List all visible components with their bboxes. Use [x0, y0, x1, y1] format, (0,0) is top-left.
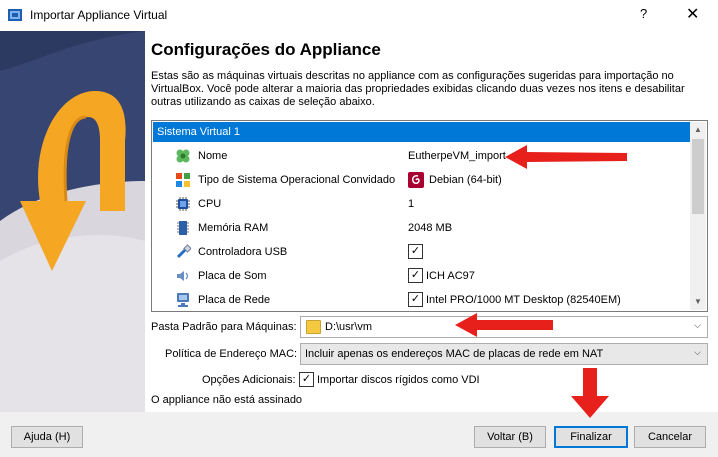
close-button[interactable]: ✕ — [686, 4, 699, 24]
row-value[interactable]: 1 — [408, 198, 414, 210]
usb-icon — [176, 244, 191, 259]
back-button[interactable]: Voltar (B) — [474, 426, 546, 448]
ram-icon — [177, 221, 189, 235]
window-title: Importar Appliance Virtual — [30, 8, 168, 22]
row-label: Placa de Som — [198, 270, 267, 282]
title-bar: Importar Appliance Virtual ? ✕ — [0, 0, 718, 31]
chevron-down-icon[interactable]: ⌵ — [694, 347, 701, 358]
import-disks-checkbox[interactable]: ✓ — [299, 372, 314, 387]
network-icon — [177, 293, 189, 307]
row-value[interactable]: EutherpeVM_import — [408, 150, 506, 162]
tree-row-network[interactable]: Placa de Rede ✓ Intel PRO/1000 MT Deskto… — [153, 288, 690, 311]
row-label: Memória RAM — [198, 222, 269, 234]
folder-label: Pasta Padrão para Máquinas: — [151, 321, 297, 333]
wizard-illustration — [0, 31, 145, 412]
chevron-down-icon[interactable]: ⌵ — [694, 320, 701, 331]
page-heading: Configurações do Appliance — [151, 40, 381, 59]
page-description: Estas são as máquinas virtuais descritas… — [151, 70, 685, 108]
row-label: CPU — [198, 198, 222, 210]
tree-row-ram[interactable]: Memória RAM 2048 MB — [153, 216, 690, 240]
cpu-icon — [176, 197, 190, 211]
mac-policy-combobox[interactable]: Incluir apenas os endereços MAC de placa… — [300, 343, 708, 365]
folder-icon — [306, 320, 321, 334]
tree-row-os-type[interactable]: Tipo de Sistema Operacional Convidado De… — [153, 168, 690, 192]
scroll-up-icon[interactable]: ▲ — [690, 122, 706, 138]
row-label: Placa de Rede — [198, 294, 271, 306]
row-value[interactable]: ICH AC97 — [426, 270, 475, 282]
tree-scrollbar[interactable]: ▲ ▼ — [690, 122, 706, 310]
scroll-thumb[interactable] — [692, 139, 704, 214]
debian-icon — [408, 172, 424, 188]
tree-row-cpu[interactable]: CPU 1 — [153, 192, 690, 216]
virtual-system-label: Sistema Virtual 1 — [157, 126, 240, 138]
virtualbox-icon — [8, 9, 22, 21]
folder-value: D:\usr\vm — [325, 321, 373, 333]
row-label: Nome — [198, 150, 228, 162]
annotation-arrow-folder — [455, 313, 553, 337]
row-value[interactable]: Debian (64-bit) — [429, 174, 502, 186]
sound-icon — [177, 271, 189, 281]
mac-policy-value: Incluir apenas os endereços MAC de placa… — [305, 348, 604, 360]
row-label: Tipo de Sistema Operacional Convidado — [198, 174, 396, 186]
options-label: Opções Adicionais: — [202, 374, 296, 386]
import-disks-label[interactable]: Importar discos rígidos como VDI — [317, 374, 480, 386]
mac-policy-label: Política de Endereço MAC: — [165, 348, 298, 360]
annotation-arrow-name — [505, 145, 627, 169]
signature-status: O appliance não está assinado — [151, 394, 303, 406]
row-value[interactable]: 2048 MB — [408, 222, 452, 234]
row-value[interactable]: Intel PRO/1000 MT Desktop (82540EM) — [426, 294, 621, 306]
sound-checkbox[interactable]: ✓ — [408, 268, 423, 283]
tree-row-sound[interactable]: Placa de Som ✓ ICH AC97 — [153, 264, 690, 288]
row-label: Controladora USB — [198, 246, 288, 258]
finish-button[interactable]: Finalizar — [554, 426, 628, 448]
usb-checkbox[interactable]: ✓ — [408, 244, 423, 259]
name-icon — [176, 149, 190, 163]
annotation-arrow-finish — [571, 368, 609, 418]
scroll-down-icon[interactable]: ▼ — [690, 294, 706, 310]
tree-row-usb[interactable]: Controladora USB ✓ — [153, 240, 690, 264]
help-button[interactable]: Ajuda (H) — [11, 426, 83, 448]
help-title-button[interactable]: ? — [640, 6, 647, 21]
network-checkbox[interactable]: ✓ — [408, 292, 423, 307]
os-type-icon — [176, 173, 190, 187]
cancel-button[interactable]: Cancelar — [634, 426, 706, 448]
virtual-system-header[interactable]: Sistema Virtual 1 — [153, 122, 690, 142]
